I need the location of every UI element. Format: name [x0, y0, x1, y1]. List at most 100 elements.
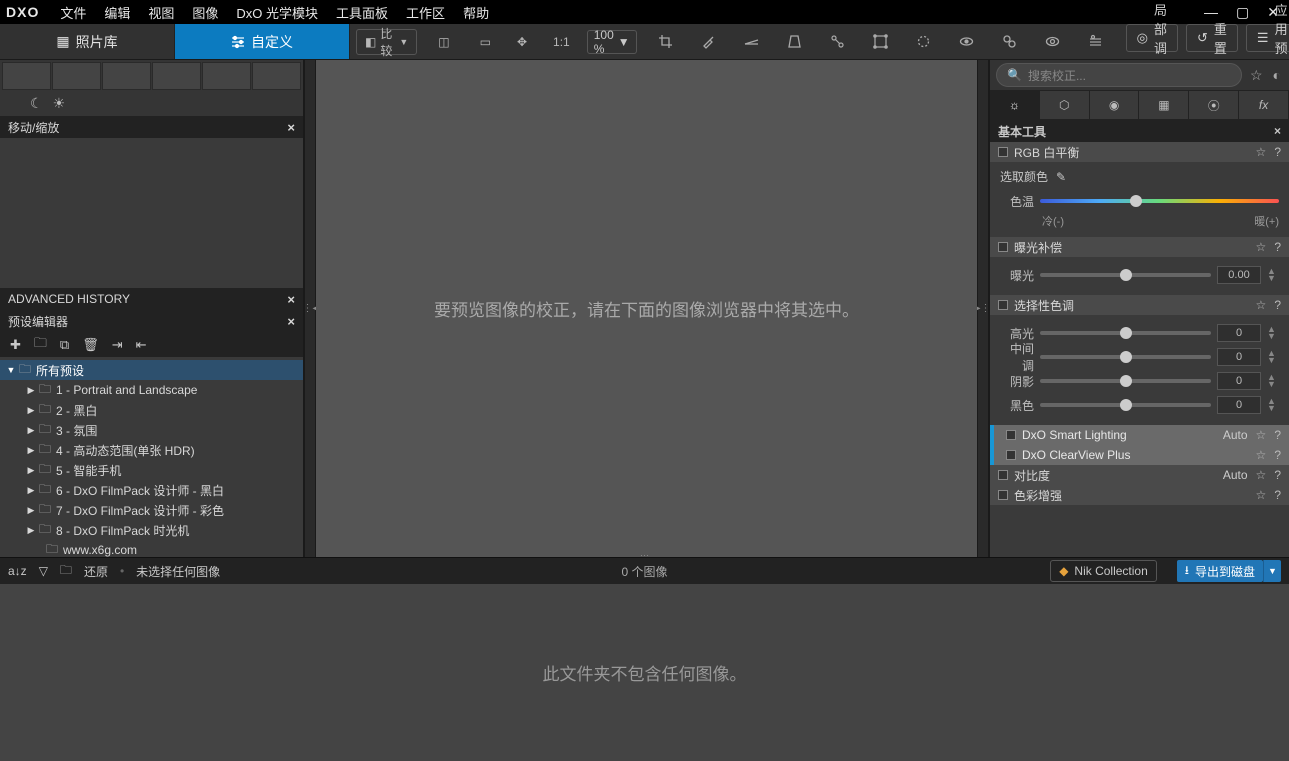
pan-button[interactable]: ✥: [508, 29, 536, 55]
right-splitter[interactable]: ▸⋮: [977, 60, 989, 557]
history-header[interactable]: ADVANCED HISTORY ×: [0, 288, 303, 310]
stepper[interactable]: ▲▼: [1267, 326, 1279, 340]
checkbox[interactable]: [1006, 450, 1016, 460]
cat-geometry[interactable]: ▦: [1139, 91, 1189, 119]
duplicate-icon[interactable]: ⧉: [60, 337, 69, 353]
thumb-slot[interactable]: [202, 62, 251, 90]
smart-lighting-header[interactable]: DxO Smart Lighting Auto☆?: [990, 425, 1289, 445]
star-icon[interactable]: ☆: [1256, 145, 1267, 159]
preset-folder[interactable]: ▶🗀3 - 氛围: [0, 420, 303, 440]
shadows-value[interactable]: 0: [1217, 372, 1261, 390]
preset-folder[interactable]: ▶🗀1 - Portrait and Landscape: [0, 380, 303, 400]
star-icon[interactable]: ☆: [1256, 298, 1267, 312]
star-icon[interactable]: ☆: [1256, 488, 1267, 502]
exposure-stepper[interactable]: ▲▼: [1267, 268, 1279, 282]
cat-effects[interactable]: fx: [1239, 91, 1289, 119]
help-icon[interactable]: ?: [1274, 298, 1281, 312]
help-icon[interactable]: ?: [1274, 468, 1281, 482]
import-icon[interactable]: ⇥: [112, 337, 123, 353]
close-icon[interactable]: ×: [287, 314, 295, 329]
stepper[interactable]: ▲▼: [1267, 374, 1279, 388]
checkbox[interactable]: [998, 300, 1008, 310]
reset-button[interactable]: ↺ 重置: [1186, 24, 1238, 52]
menu-panels[interactable]: 工具面板: [327, 3, 397, 22]
crop-tool[interactable]: [649, 29, 682, 55]
compare-button[interactable]: ◧ 比较 ▼: [356, 29, 417, 55]
help-icon[interactable]: ?: [1274, 428, 1281, 442]
exposure-value[interactable]: 0.00: [1217, 266, 1261, 284]
close-icon[interactable]: ×: [287, 292, 295, 307]
eyedropper-icon[interactable]: ✎: [1056, 170, 1066, 184]
help-icon[interactable]: ?: [1274, 240, 1281, 254]
actual-size-button[interactable]: 1:1: [544, 29, 579, 55]
preset-folder[interactable]: ▶🗀8 - DxO FilmPack 时光机: [0, 520, 303, 540]
thumb-slot[interactable]: [252, 62, 301, 90]
midtones-value[interactable]: 0: [1217, 348, 1261, 366]
preset-folder[interactable]: ▶🗀6 - DxO FilmPack 设计师 - 黑白: [0, 480, 303, 500]
menu-view[interactable]: 视图: [139, 3, 183, 22]
stepper[interactable]: ▲▼: [1267, 350, 1279, 364]
preset-editor-header[interactable]: 预设编辑器 ×: [0, 310, 303, 332]
eyedropper-tool[interactable]: [692, 29, 725, 55]
preset-folder[interactable]: ▶🗀5 - 智能手机: [0, 460, 303, 480]
split-view-button[interactable]: ◫: [429, 29, 458, 55]
window-minimize-icon[interactable]: —: [1204, 4, 1218, 21]
moon-icon[interactable]: ☾: [30, 95, 43, 112]
star-icon[interactable]: ☆: [1256, 468, 1267, 482]
temp-slider[interactable]: [1040, 199, 1279, 203]
clearview-header[interactable]: DxO ClearView Plus ☆?: [990, 445, 1289, 465]
export-dropdown[interactable]: ▼: [1263, 560, 1281, 582]
cat-detail[interactable]: ◉: [1090, 91, 1140, 119]
spot-tool[interactable]: [907, 29, 940, 55]
zoom-dropdown[interactable]: 100 %▼: [587, 30, 637, 54]
sun-icon[interactable]: ☀: [53, 95, 66, 112]
contrast-header[interactable]: 对比度 Auto☆?: [990, 465, 1289, 485]
sort-icon[interactable]: a↓z: [8, 564, 27, 578]
menu-help[interactable]: 帮助: [454, 3, 498, 22]
close-icon[interactable]: ×: [287, 120, 295, 135]
move-zoom-header[interactable]: 移动/缩放 ×: [0, 116, 303, 138]
preset-folder[interactable]: ▶🗀7 - DxO FilmPack 设计师 - 彩色: [0, 500, 303, 520]
redeye-tool[interactable]: [950, 29, 983, 55]
thumb-slot[interactable]: [152, 62, 201, 90]
highlights-value[interactable]: 0: [1217, 324, 1261, 342]
star-icon[interactable]: ☆: [1256, 428, 1267, 442]
star-icon[interactable]: ☆: [1256, 240, 1267, 254]
cat-local[interactable]: ⦿: [1189, 91, 1239, 119]
window-maximize-icon[interactable]: ▢: [1236, 4, 1249, 21]
preview-toggle[interactable]: [1036, 29, 1069, 55]
stepper[interactable]: ▲▼: [1267, 398, 1279, 412]
exposure-slider[interactable]: [1040, 273, 1211, 277]
toggle-icon[interactable]: ◐: [1271, 67, 1283, 83]
menu-optics[interactable]: DxO 光学模块: [227, 3, 327, 22]
menu-image[interactable]: 图像: [183, 3, 227, 22]
help-icon[interactable]: ?: [1274, 448, 1281, 462]
help-icon[interactable]: ?: [1274, 488, 1281, 502]
thumb-slot[interactable]: [102, 62, 151, 90]
menu-edit[interactable]: 编辑: [95, 3, 139, 22]
shadows-slider[interactable]: [1040, 379, 1211, 383]
highlights-slider[interactable]: [1040, 331, 1211, 335]
preset-folder[interactable]: ▶🗀4 - 高动态范围(单张 HDR): [0, 440, 303, 460]
menu-workspace[interactable]: 工作区: [397, 3, 454, 22]
star-icon[interactable]: ☆: [1256, 448, 1267, 462]
favorite-icon[interactable]: ☆: [1248, 67, 1265, 84]
export-button[interactable]: ⭳ 导出到磁盘: [1177, 560, 1263, 582]
checkbox[interactable]: [998, 490, 1008, 500]
search-input[interactable]: 🔍 搜索校正...: [996, 63, 1242, 87]
horizon-tool[interactable]: [735, 29, 768, 55]
repair-tool[interactable]: [993, 29, 1026, 55]
preset-folder[interactable]: ▶🗀2 - 黑白: [0, 400, 303, 420]
reshape-tool[interactable]: [864, 29, 897, 55]
restore-label[interactable]: 还原: [84, 563, 108, 580]
cat-color[interactable]: ⬡: [1040, 91, 1090, 119]
drag-handle-icon[interactable]: ⋯: [640, 550, 649, 561]
close-icon[interactable]: ×: [1274, 124, 1281, 138]
tab-customize[interactable]: 自定义: [175, 24, 350, 59]
basic-tools-header[interactable]: 基本工具 ×: [990, 120, 1289, 142]
perspective-tool[interactable]: [778, 29, 811, 55]
apply-preset-button[interactable]: ☰ 应用预设: [1246, 24, 1289, 52]
rgb-wb-header[interactable]: RGB 白平衡 ☆?: [990, 142, 1289, 162]
local-adjust-button[interactable]: ◎ 局部调整: [1126, 24, 1178, 52]
seltone-header[interactable]: 选择性色调 ☆?: [990, 295, 1289, 315]
